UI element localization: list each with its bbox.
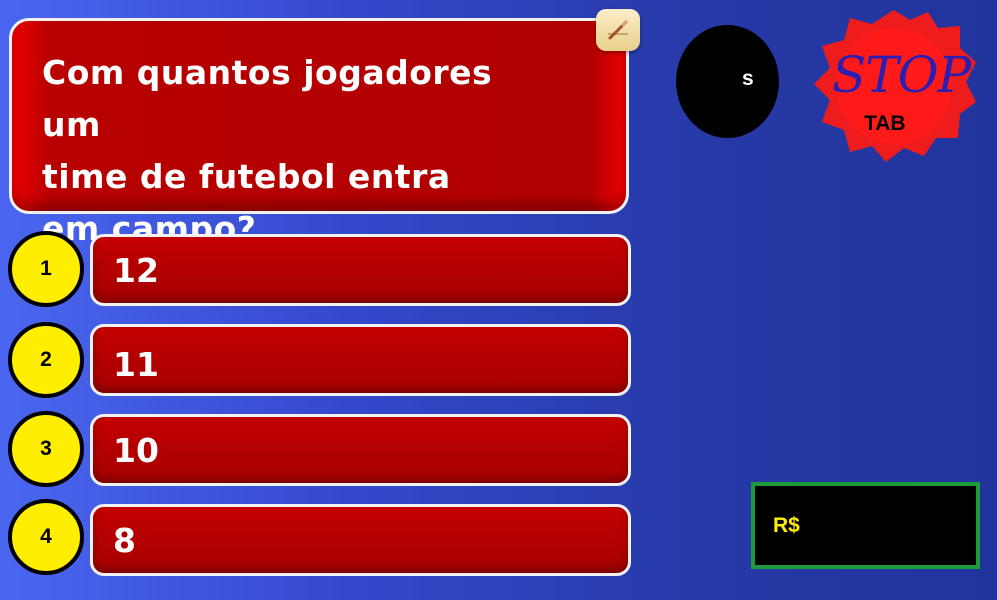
stop-button[interactable]: STOP TAB [808,4,980,166]
stop-word: STOP [832,46,971,104]
timer-unit: s [742,67,754,90]
option-2-number[interactable]: 2 [8,322,84,398]
option-2-button[interactable]: 11 [90,324,631,396]
edit-button[interactable] [596,9,640,51]
stop-key-hint: TAB [864,112,906,135]
option-4-button[interactable]: 8 [90,504,631,576]
pencil-icon [608,20,628,40]
option-1-number[interactable]: 1 [8,231,84,307]
option-2-text: 11 [113,345,159,384]
question-panel: Com quantos jogadores um time de futebol… [9,18,629,248]
option-1-button[interactable]: 12 [90,234,631,306]
question-text: Com quantos jogadores um time de futebol… [42,53,493,248]
timer-display: s [676,25,779,138]
prize-currency-label: R$ [773,514,800,537]
option-1-text: 12 [113,251,159,290]
option-3-text: 10 [113,431,159,470]
option-3-number[interactable]: 3 [8,411,84,487]
option-4-number[interactable]: 4 [8,499,84,575]
option-3-button[interactable]: 10 [90,414,631,486]
option-4-text: 8 [113,521,136,560]
prize-display: R$ [751,482,980,569]
